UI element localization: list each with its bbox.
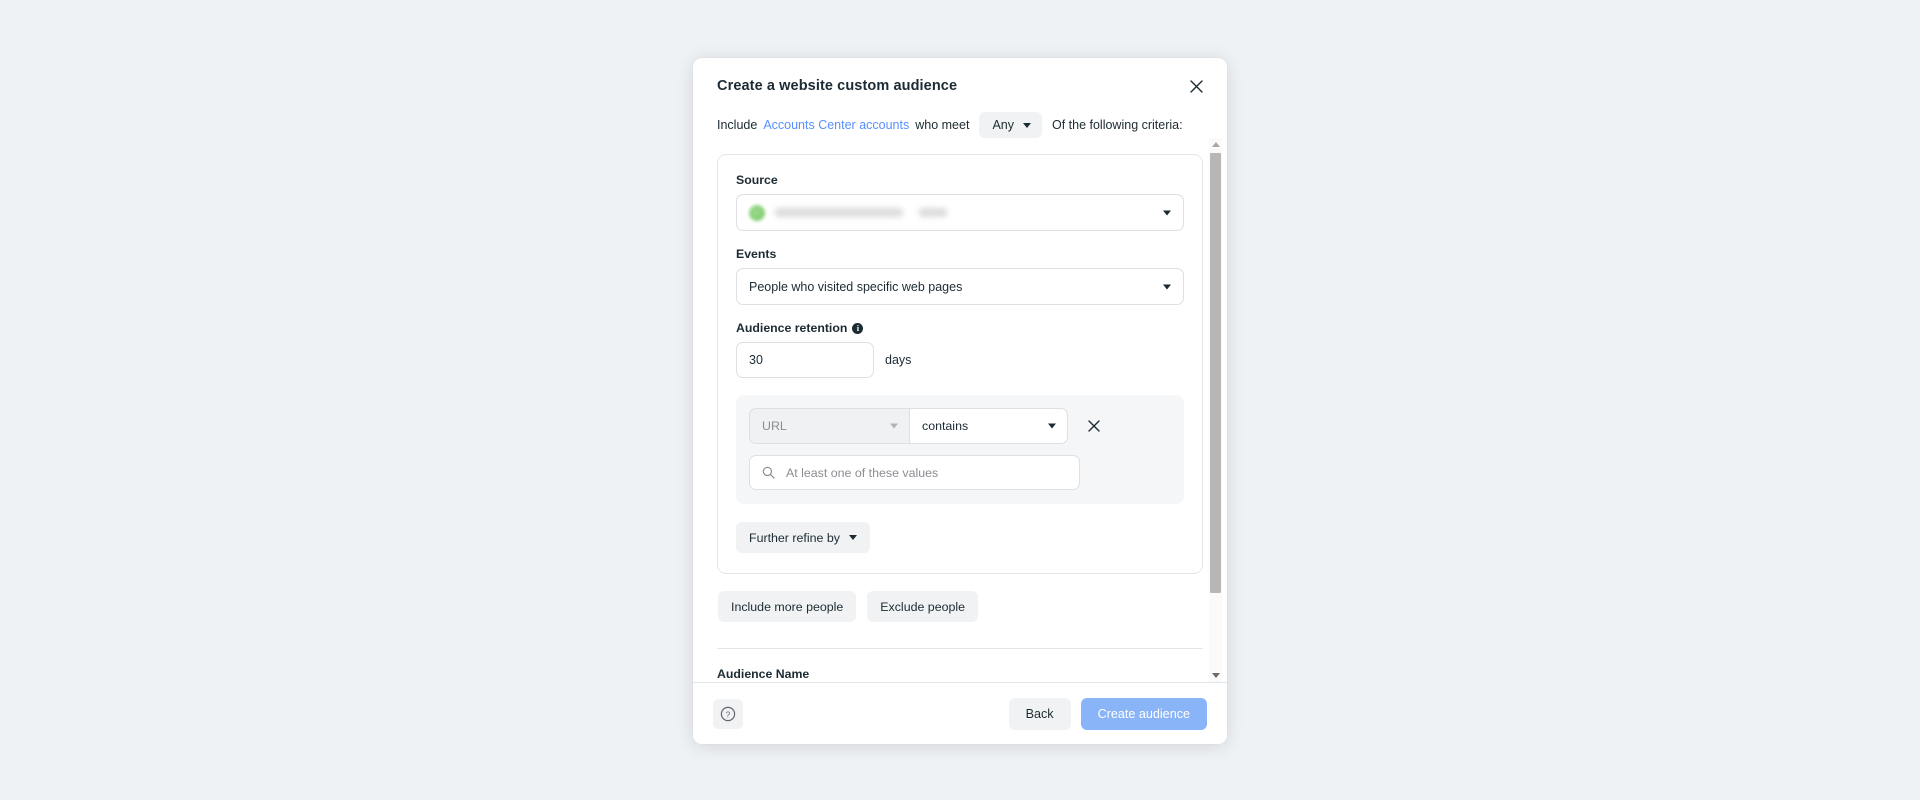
chevron-down-icon	[848, 535, 857, 540]
dialog-scroll-content: Source Events People who visited specifi…	[693, 138, 1227, 682]
chevron-down-icon	[1022, 122, 1031, 128]
scrollbar[interactable]	[1209, 138, 1222, 682]
rule-values-input[interactable]	[784, 464, 1067, 481]
rule-field-value: URL	[762, 419, 787, 433]
events-dropdown[interactable]: People who visited specific web pages	[736, 268, 1184, 305]
audience-name-label-text: Audience Name	[717, 667, 810, 681]
info-icon[interactable]: i	[852, 322, 864, 334]
svg-text:?: ?	[726, 709, 731, 719]
audience-name-label: Audience Name	[717, 667, 1203, 681]
events-label-text: Events	[736, 247, 777, 261]
question-mark-icon: ?	[720, 706, 736, 721]
criteria-prefix: Include	[717, 118, 758, 132]
rule-field-dropdown[interactable]: URL	[749, 408, 909, 444]
chevron-down-icon	[1048, 423, 1056, 429]
audience-name-section: Audience Name 0/50 Description · Optiona…	[717, 649, 1203, 682]
further-refine-by-button[interactable]: Further refine by	[736, 522, 870, 553]
include-more-people-label: Include more people	[731, 599, 844, 614]
events-value: People who visited specific web pages	[749, 279, 963, 294]
scrollbar-thumb[interactable]	[1210, 153, 1221, 594]
rule-values-field[interactable]	[749, 455, 1080, 490]
dialog-footer: ? Back Create audience	[693, 682, 1227, 744]
chevron-down-icon	[890, 423, 898, 429]
dialog-title: Create a website custom audience	[717, 78, 958, 94]
source-value-redacted	[775, 208, 947, 217]
criteria-middle: who meet	[915, 118, 970, 132]
inclusion-rule-card: Source Events People who visited specifi…	[717, 154, 1203, 574]
rule-operator-value: contains	[922, 419, 969, 433]
url-rule-group: URL contains	[736, 395, 1184, 504]
create-audience-button[interactable]: Create audience	[1080, 697, 1207, 730]
rule-row: URL contains	[749, 408, 1171, 444]
page-background: Create a website custom audience Include…	[0, 0, 1920, 800]
retention-row: days	[736, 342, 1184, 378]
audience-retention-label-text: Audience retention	[736, 321, 848, 335]
scroll-down-arrow-icon[interactable]	[1209, 669, 1222, 682]
help-button[interactable]: ?	[713, 698, 743, 729]
dialog-body: Source Events People who visited specifi…	[693, 138, 1227, 682]
people-buttons-row: Include more people Exclude people	[717, 591, 1203, 622]
include-more-people-button[interactable]: Include more people	[718, 591, 857, 622]
further-refine-row: Further refine by	[736, 522, 1184, 553]
rule-operator-dropdown[interactable]: contains	[909, 408, 1068, 444]
chevron-down-icon	[1163, 210, 1171, 215]
dialog-header: Create a website custom audience	[693, 58, 1227, 94]
retention-unit-label: days	[885, 353, 912, 367]
criteria-suffix: Of the following criteria:	[1051, 118, 1183, 132]
chevron-down-icon	[1163, 284, 1171, 289]
scrollbar-track[interactable]	[1209, 151, 1222, 669]
back-button[interactable]: Back	[1008, 697, 1071, 730]
events-label: Events	[736, 247, 1184, 261]
audience-retention-label: Audience retention i	[736, 321, 1184, 335]
exclude-people-label: Exclude people	[880, 599, 966, 614]
accounts-center-accounts-link[interactable]: Accounts Center accounts	[763, 118, 909, 132]
close-icon[interactable]	[1183, 73, 1209, 99]
exclude-people-button[interactable]: Exclude people	[867, 591, 979, 622]
further-refine-by-label: Further refine by	[749, 530, 840, 545]
source-label-text: Source	[736, 173, 778, 187]
scroll-up-arrow-icon[interactable]	[1209, 138, 1222, 151]
criteria-line: Include Accounts Center accounts who mee…	[693, 94, 1227, 138]
remove-rule-button[interactable]	[1080, 412, 1108, 440]
create-audience-dialog: Create a website custom audience Include…	[693, 58, 1227, 744]
match-type-dropdown[interactable]: Any	[979, 112, 1042, 138]
retention-days-input[interactable]	[736, 342, 874, 378]
source-label: Source	[736, 173, 1184, 187]
source-dropdown[interactable]	[736, 194, 1184, 231]
search-icon	[762, 466, 775, 479]
match-type-value: Any	[992, 118, 1014, 132]
source-avatar	[749, 204, 765, 221]
